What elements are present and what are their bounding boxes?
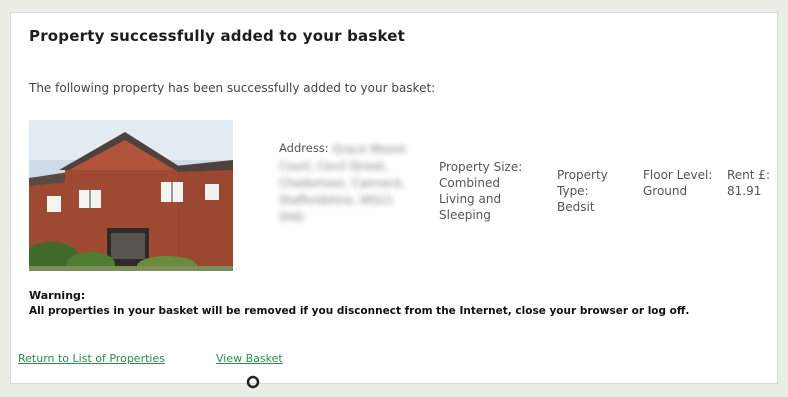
address-value: Address: Grace Moore Court, Cecil Street… <box>279 142 406 224</box>
page-title: Property successfully added to your bask… <box>29 27 405 45</box>
property-size-value: Combined Living and Sleeping <box>439 176 502 222</box>
property-type-label: Property Type: <box>557 168 608 198</box>
property-size: Property Size: Combined Living and Sleep… <box>439 159 539 223</box>
basket-confirmation-panel: Property successfully added to your bask… <box>10 12 778 384</box>
view-basket-link[interactable]: View Basket <box>216 352 283 365</box>
warning-text: All properties in your basket will be re… <box>29 305 690 317</box>
property-type: Property Type: Bedsit <box>557 167 627 215</box>
rent-label: Rent £: <box>727 168 770 182</box>
floor-level: Floor Level: Ground <box>643 167 713 199</box>
warning-title: Warning: <box>29 289 86 302</box>
mouse-cursor-icon <box>246 374 260 397</box>
rent: Rent £: 81.91 <box>727 167 777 199</box>
property-photo <box>29 120 233 271</box>
property-size-label: Property Size: <box>439 160 523 174</box>
intro-text: The following property has been successf… <box>29 81 436 95</box>
return-to-list-link[interactable]: Return to List of Properties <box>18 352 165 365</box>
property-type-value: Bedsit <box>557 200 595 214</box>
floor-level-label: Floor Level: <box>643 168 713 182</box>
floor-level-value: Ground <box>643 184 688 198</box>
rent-value: 81.91 <box>727 184 762 198</box>
